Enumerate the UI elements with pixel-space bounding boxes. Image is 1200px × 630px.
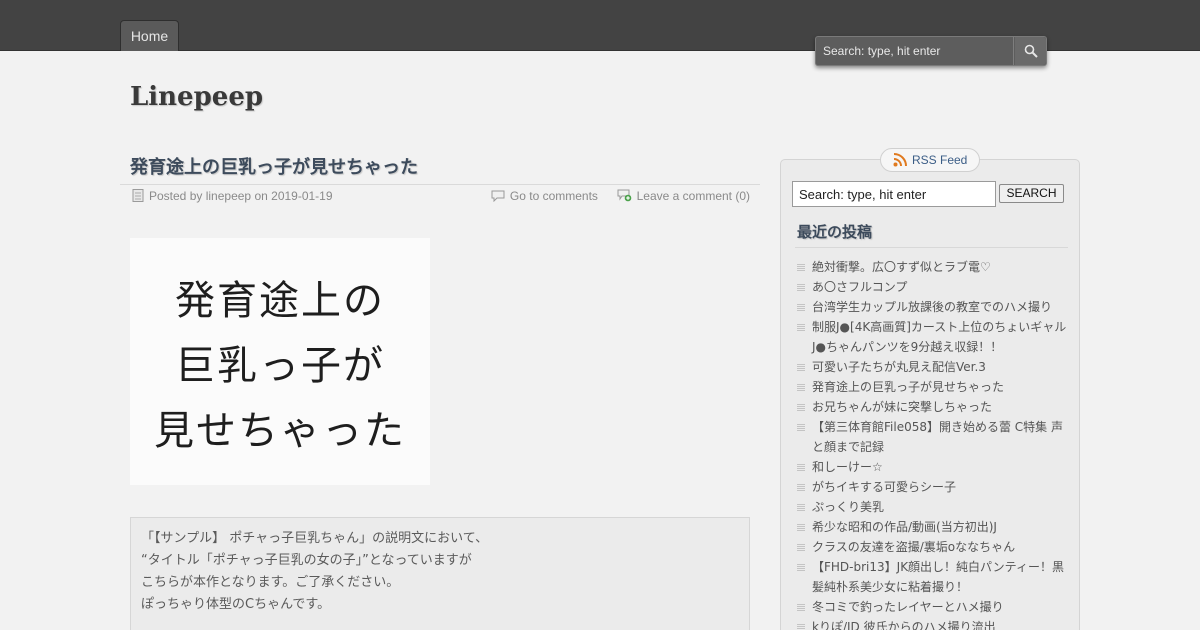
image-text-line: 発育途上の [175,278,385,324]
list-bullet-icon [797,403,805,411]
add-comment-icon [617,189,631,202]
list-bullet-icon [797,523,805,531]
recent-post-title: あ〇さフルコンプ [812,280,908,294]
top-navigation-bar: Home [0,0,1200,66]
recent-posts-heading: 最近の投稿 [797,223,873,241]
document-icon [132,189,144,202]
header-search-button[interactable] [1015,37,1046,65]
post-comment-links: Go to comments Leave a comment (0) [491,189,750,203]
image-text-line: 巨乳っ子が [175,343,385,389]
recent-post-link[interactable]: 【FHD-bri13】JK顔出し！純白パンティー！黒髪純朴系美少女に粘着撮り！ [796,557,1068,597]
excerpt-line: こちらが本作となります。ご了承ください。 [141,575,400,590]
magnifier-icon [1024,44,1038,58]
site-title[interactable]: Linepeep [130,82,263,112]
list-bullet-icon [797,563,805,571]
recent-post-link[interactable]: ぷっくり美乳 [796,497,1068,517]
speech-bubble-icon [491,190,505,202]
post-date: 2019-01-19 [271,189,333,203]
posted-on-text: on [254,189,268,203]
rss-feed-link[interactable]: RSS Feed [880,148,980,172]
recent-post-link[interactable]: あ〇さフルコンプ [796,277,1068,297]
go-to-comments-link[interactable]: Go to comments [510,189,598,203]
excerpt-line: ぽっちゃり体型のCちゃんです。 [141,597,331,612]
recent-post-title: 台湾学生カップル放課後の教室でのハメ撮り [812,300,1053,314]
list-bullet-icon [797,503,805,511]
recent-post-title: 【FHD-bri13】JK顔出し！純白パンティー！黒髪純朴系美少女に粘着撮り！ [812,560,1064,594]
list-bullet-icon [797,463,805,471]
sidebar-search-input[interactable] [792,181,996,207]
list-bullet-icon [797,623,805,630]
recent-post-link[interactable]: お兄ちゃんが妹に突撃しちゃった [796,397,1068,417]
posted-by-prefix: Posted by [149,189,203,203]
recent-post-link[interactable]: 発育途上の巨乳っ子が見せちゃった [796,377,1068,397]
post-byline: Posted by linepeep on 2019-01-19 [132,189,333,203]
recent-post-title: 制服J●[4K高画質]カースト上位のちょいギャルJ●ちゃんパンツを9分越え収録！… [812,320,1067,354]
image-text-line: 見せちゃった [154,408,406,454]
divider [795,247,1068,248]
list-bullet-icon [797,603,805,611]
recent-posts-list: 絶対衝撃。広〇すず似とラブ電♡ あ〇さフルコンプ台湾学生カップル放課後の教室でのハ… [796,257,1068,630]
recent-post-link[interactable]: 可愛い子たちが丸見え配信Ver.3 [796,357,1068,377]
post-featured-image[interactable]: 発育途上の 巨乳っ子が 見せちゃった [130,238,430,485]
post-excerpt: 「【サンプル】 ポチャっ子巨乳ちゃん」の説明文において、 “タイトル「ポチャっ子… [130,517,750,630]
excerpt-line: 「【サンプル】 ポチャっ子巨乳ちゃん」の説明文において、 [141,531,489,546]
recent-post-link[interactable]: 台湾学生カップル放課後の教室でのハメ撮り [796,297,1068,317]
list-bullet-icon [797,423,805,431]
recent-post-link[interactable]: クラスの友達を盗撮/裏垢oななちゃん [796,537,1068,557]
rss-feed-label: RSS Feed [912,153,968,167]
recent-post-link[interactable]: がちイキする可愛らシー子 [796,477,1068,497]
recent-post-title: ぷっくり美乳 [812,500,885,514]
recent-post-link[interactable]: 【第三体育館File058】開き始める蕾 C特集 声と顔まで記録 [796,417,1068,457]
recent-post-title: お兄ちゃんが妹に突撃しちゃった [812,400,993,414]
recent-post-title: 可愛い子たちが丸見え配信Ver.3 [812,360,986,374]
recent-post-title: 発育途上の巨乳っ子が見せちゃった [812,380,1005,394]
list-bullet-icon [797,543,805,551]
recent-post-title: がちイキする可愛らシー子 [812,480,957,494]
list-bullet-icon [797,263,805,271]
list-bullet-icon [797,363,805,371]
recent-post-title: 希少な昭和の作品/動画(当方初出)J [812,520,997,534]
recent-post-link[interactable]: 和しーけー☆ [796,457,1068,477]
nav-home-tab[interactable]: Home [120,20,179,51]
recent-post-link[interactable]: 絶対衝撃。広〇すず似とラブ電♡ [796,257,1068,277]
recent-post-title: 絶対衝撃。広〇すず似とラブ電♡ [812,260,991,274]
list-bullet-icon [797,483,805,491]
recent-post-link[interactable]: kりぽ/JD 彼氏からのハメ撮り流出 [796,617,1068,630]
header-search-input[interactable] [816,37,1014,65]
header-search-box [815,36,1047,66]
list-bullet-icon [797,283,805,291]
list-bullet-icon [797,323,805,331]
recent-post-link[interactable]: 希少な昭和の作品/動画(当方初出)J [796,517,1068,537]
list-bullet-icon [797,383,805,391]
post-meta: Posted by linepeep on 2019-01-19 Go to c… [120,184,760,208]
list-bullet-icon [797,303,805,311]
recent-post-link[interactable]: 制服J●[4K高画質]カースト上位のちょいギャルJ●ちゃんパンツを9分越え収録！… [796,317,1068,357]
recent-post-title: kりぽ/JD 彼氏からのハメ撮り流出 [812,620,996,630]
sidebar-search-button[interactable]: SEARCH [999,184,1064,203]
excerpt-line: “タイトル「ポチャっ子巨乳の女の子」”となっていますが [141,553,472,568]
recent-post-title: クラスの友達を盗撮/裏垢oななちゃん [812,540,1016,554]
recent-post-title: 【第三体育館File058】開き始める蕾 C特集 声と顔まで記録 [812,420,1063,454]
post-title[interactable]: 発育途上の巨乳っ子が見せちゃった [130,153,418,179]
recent-post-title: 冬コミで釣ったレイヤーとハメ撮り [812,600,1004,614]
leave-comment-link[interactable]: Leave a comment (0) [637,189,750,203]
rss-icon [893,153,907,167]
recent-post-link[interactable]: 冬コミで釣ったレイヤーとハメ撮り [796,597,1068,617]
post-author[interactable]: linepeep [206,189,251,203]
recent-post-title: 和しーけー☆ [812,460,883,474]
